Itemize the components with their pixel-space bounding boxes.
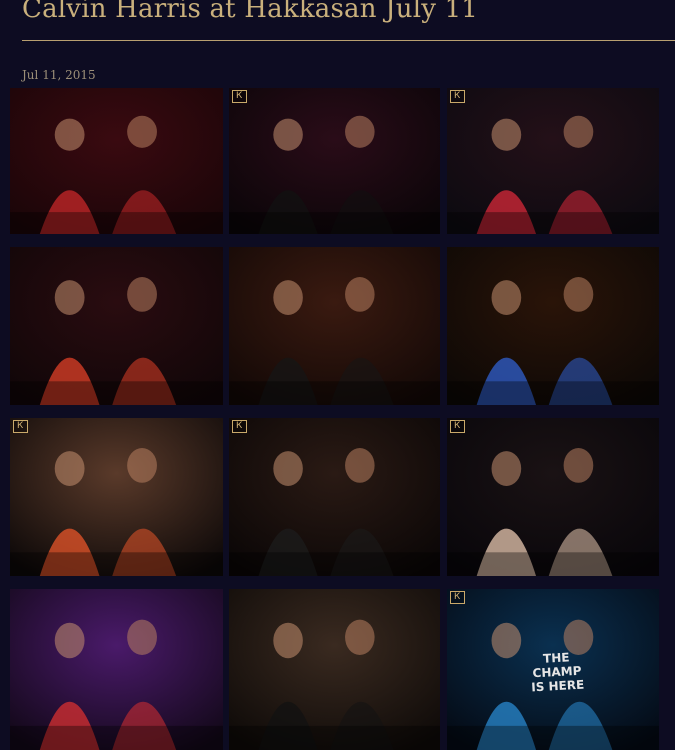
photo-image <box>229 88 440 234</box>
hakkasan-logo-icon: Ꮶ <box>450 90 465 103</box>
photo-image <box>447 247 659 405</box>
photo-image <box>10 88 223 234</box>
gallery-photo-9[interactable]: Ꮶ <box>447 418 659 576</box>
gallery-photo-5[interactable] <box>229 247 440 405</box>
photo-image <box>10 418 223 576</box>
gallery-photo-8[interactable]: Ꮶ <box>229 418 440 576</box>
photo-image <box>229 247 440 405</box>
gallery-photo-3[interactable]: Ꮶ <box>447 88 659 234</box>
hakkasan-logo-icon: Ꮶ <box>450 591 465 604</box>
gallery-photo-4[interactable] <box>10 247 223 405</box>
hakkasan-logo-icon: Ꮶ <box>13 420 28 433</box>
photo-image <box>229 589 440 750</box>
photo-banner-text: THE CHAMP IS HERE <box>530 650 585 695</box>
photo-image <box>447 88 659 234</box>
gallery-photo-6[interactable] <box>447 247 659 405</box>
gallery-photo-11[interactable] <box>229 589 440 750</box>
gallery-photo-12[interactable]: Ꮶ THE CHAMP IS HERE <box>447 589 659 750</box>
gallery-photo-1[interactable] <box>10 88 223 234</box>
gallery-photo-10[interactable] <box>10 589 223 750</box>
photo-image <box>447 418 659 576</box>
photo-gallery: Ꮶ Ꮶ Ꮶ Ꮶ Ꮶ Ꮶ THE CHAMP IS HERE <box>0 0 675 750</box>
photo-image <box>229 418 440 576</box>
hakkasan-logo-icon: Ꮶ <box>232 420 247 433</box>
gallery-photo-2[interactable]: Ꮶ <box>229 88 440 234</box>
hakkasan-logo-icon: Ꮶ <box>232 90 247 103</box>
gallery-photo-7[interactable]: Ꮶ <box>10 418 223 576</box>
photo-image <box>10 247 223 405</box>
photo-image <box>10 589 223 750</box>
hakkasan-logo-icon: Ꮶ <box>450 420 465 433</box>
